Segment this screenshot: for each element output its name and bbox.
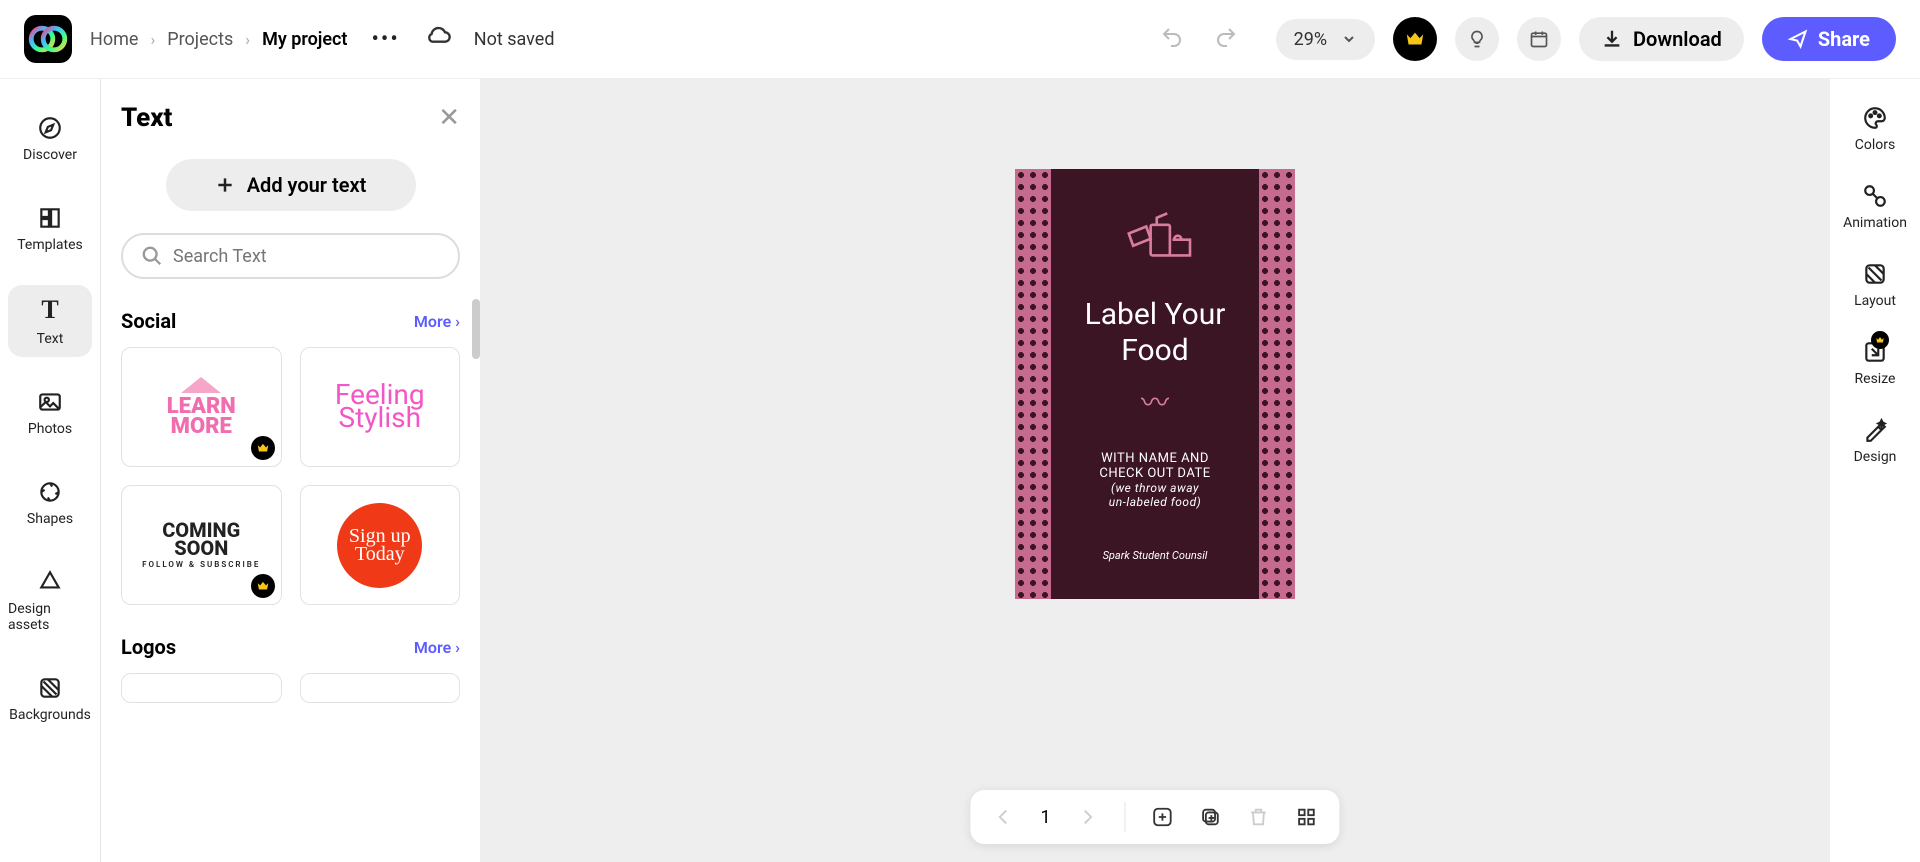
rail-label: Design assets [8, 601, 92, 633]
section-logos-title: Logos [121, 635, 176, 659]
divider [1125, 802, 1126, 832]
section-social-more[interactable]: More › [414, 312, 460, 331]
poster-title[interactable]: Label YourFood [1060, 297, 1250, 369]
more-icon[interactable]: ••• [365, 27, 405, 52]
save-status: Not saved [474, 29, 555, 50]
close-icon[interactable]: ✕ [438, 103, 460, 133]
zoom-value: 29% [1294, 29, 1327, 50]
rail-photos[interactable]: Photos [8, 379, 92, 447]
hint-button[interactable] [1455, 17, 1499, 61]
calendar-button[interactable] [1517, 17, 1561, 61]
breadcrumb-current[interactable]: My project [262, 29, 347, 50]
search-icon [141, 245, 163, 267]
lightbulb-icon [1467, 29, 1487, 49]
poster-footer[interactable]: Spark Student Counsil [1060, 549, 1250, 562]
section-logos-more[interactable]: More › [414, 638, 460, 657]
rail-label: Text [37, 331, 64, 347]
rr-colors[interactable]: Colors [1855, 105, 1895, 153]
swash-icon: 〰 [1060, 381, 1250, 421]
rr-layout[interactable]: Layout [1854, 261, 1896, 309]
undo-button[interactable] [1160, 25, 1184, 53]
template-card-feeling-stylish[interactable]: FeelingStylish [300, 347, 461, 467]
rr-label: Design [1854, 449, 1897, 465]
rr-label: Animation [1843, 215, 1907, 231]
rr-design[interactable]: Design [1854, 417, 1897, 465]
add-text-label: Add your text [247, 173, 367, 197]
page-number: 1 [1040, 807, 1050, 828]
rail-label: Shapes [27, 511, 73, 527]
download-icon [1601, 28, 1623, 50]
rail-shapes[interactable]: Shapes [8, 469, 92, 537]
left-rail: Discover Templates T Text Photos Shapes D… [0, 79, 100, 862]
text-panel: Text ✕ Add your text Social More › LEARN… [100, 79, 480, 862]
template-card-sign-up[interactable]: Sign up Today [300, 485, 461, 605]
chevron-right-icon: › [150, 30, 155, 49]
crown-icon [1404, 28, 1426, 50]
template-card-coming-soon[interactable]: COMINGSOONFOLLOW & SUBSCRIBE [121, 485, 282, 605]
top-header: Home › Projects › My project ••• Not sav… [0, 0, 1920, 78]
rail-design-assets[interactable]: Design assets [8, 559, 92, 643]
send-icon [1788, 29, 1808, 49]
chevron-right-icon: › [245, 30, 250, 49]
breadcrumb: Home › Projects › My project [90, 29, 347, 50]
grid-view-button[interactable] [1296, 806, 1318, 828]
plus-icon [215, 175, 235, 195]
premium-badge-icon [251, 574, 275, 598]
undo-redo-group [1160, 25, 1238, 53]
template-card-logo-1[interactable] [121, 673, 282, 703]
redo-button[interactable] [1214, 25, 1238, 53]
rail-label: Discover [23, 147, 77, 163]
zoom-dropdown[interactable]: 29% [1276, 19, 1375, 60]
rr-label: Resize [1855, 371, 1896, 387]
search-box[interactable] [121, 233, 460, 279]
rail-discover[interactable]: Discover [8, 105, 92, 173]
premium-badge-icon [251, 436, 275, 460]
duplicate-page-button[interactable] [1200, 806, 1222, 828]
app-logo[interactable] [24, 15, 72, 63]
poster-canvas[interactable]: Label YourFood 〰 WITH NAME AND CHECK OUT… [1015, 169, 1295, 599]
calendar-icon [1529, 29, 1549, 49]
share-button[interactable]: Share [1762, 17, 1896, 61]
rail-backgrounds[interactable]: Backgrounds [8, 665, 92, 733]
right-rail: Colors Animation Layout Resize Design [1830, 79, 1920, 862]
panel-title: Text [121, 103, 172, 133]
download-label: Download [1633, 27, 1722, 51]
add-text-button[interactable]: Add your text [166, 159, 416, 211]
rr-label: Layout [1854, 293, 1896, 309]
rail-templates[interactable]: Templates [8, 195, 92, 263]
poster-subtitle[interactable]: WITH NAME AND CHECK OUT DATE (we throw a… [1060, 451, 1250, 509]
canvas-area[interactable]: Label YourFood 〰 WITH NAME AND CHECK OUT… [480, 79, 1830, 862]
template-card-logo-2[interactable] [300, 673, 461, 703]
rail-label: Templates [17, 237, 83, 253]
prev-page-button[interactable] [992, 806, 1014, 828]
rr-animation[interactable]: Animation [1843, 183, 1907, 231]
section-social-title: Social [121, 309, 176, 333]
rail-label: Photos [28, 421, 72, 437]
poster-food-icon [1060, 209, 1250, 283]
template-card-learn-more[interactable]: LEARNMORE [121, 347, 282, 467]
scrollbar[interactable] [472, 299, 480, 359]
page-controls: 1 [970, 790, 1339, 844]
add-page-button[interactable] [1152, 806, 1174, 828]
chevron-down-icon [1341, 31, 1357, 47]
rail-label: Backgrounds [9, 707, 91, 723]
premium-button[interactable] [1393, 17, 1437, 61]
text-icon: T [41, 295, 58, 325]
search-input[interactable] [173, 246, 440, 267]
rail-text[interactable]: T Text [8, 285, 92, 357]
download-button[interactable]: Download [1579, 17, 1744, 61]
rr-label: Colors [1855, 137, 1895, 153]
cloud-icon [424, 23, 452, 55]
breadcrumb-home[interactable]: Home [90, 29, 138, 50]
breadcrumb-projects[interactable]: Projects [167, 29, 233, 50]
share-label: Share [1818, 27, 1870, 51]
rr-resize[interactable]: Resize [1855, 339, 1896, 387]
delete-page-button[interactable] [1248, 806, 1270, 828]
next-page-button[interactable] [1077, 806, 1099, 828]
